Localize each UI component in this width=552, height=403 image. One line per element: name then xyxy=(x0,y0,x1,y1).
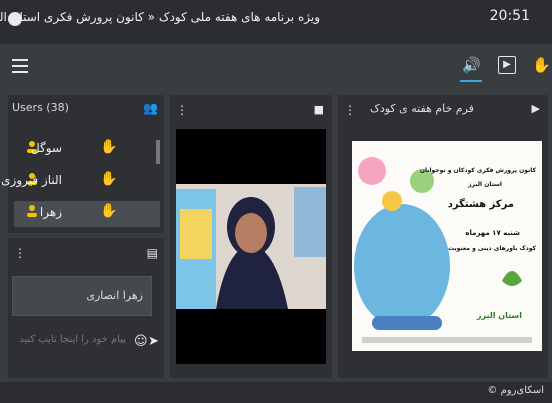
user-icon xyxy=(27,205,37,217)
video-image xyxy=(176,184,326,364)
video-menu-icon[interactable]: ⋮ xyxy=(176,103,188,117)
chat-input-placeholder: پیام خود را اینجا تایپ کنید xyxy=(19,334,126,345)
users-group-icon[interactable]: 👥 xyxy=(143,101,158,115)
chat-menu-icon[interactable]: ⋮ xyxy=(14,246,26,260)
presentation-panel-icon: ▶ xyxy=(531,102,540,115)
toolbar: 🔊 ▶ ✋ xyxy=(0,44,552,90)
emoji-icon[interactable]: ☺ xyxy=(134,334,148,349)
window-title: ویژه برنامه های هفته ملی کودک « کانون پر… xyxy=(0,10,320,24)
footer-brand: اسکای‌روم © xyxy=(487,385,544,396)
doc-line: استان البرز xyxy=(468,181,502,188)
document-title: فرم خام هفته ی کودک xyxy=(370,102,474,115)
video-panel: ⋮ ■ xyxy=(170,95,332,378)
users-panel: Users (38) 👥 سوگل ✋ الناز فیروزی ✋ زهرا … xyxy=(1,95,164,233)
users-count: Users (38) xyxy=(12,101,69,114)
chat-input[interactable]: پیام خود را اینجا تایپ کنید xyxy=(12,324,130,374)
title-bar: ویژه برنامه های هفته ملی کودک « کانون پر… xyxy=(0,0,552,44)
chat-message-text: زهرا انصاری xyxy=(86,289,143,302)
chat-message: زهرا انصاری xyxy=(12,276,152,316)
clock: 20:51 xyxy=(489,8,530,24)
user-item[interactable]: زهرا ✋ xyxy=(14,201,160,227)
doc-line: کانون پرورش فکری کودکان و نوجوانان xyxy=(419,167,536,174)
chat-icon: ▤ xyxy=(146,246,158,260)
send-icon[interactable]: ➤ xyxy=(148,334,159,349)
hand-icon[interactable]: ✋ xyxy=(100,139,117,155)
user-name: سوگل xyxy=(30,141,62,155)
camera-icon: ■ xyxy=(313,103,324,116)
raise-hand-icon[interactable]: ✋ xyxy=(532,56,551,74)
doc-line: استان البرز xyxy=(476,311,522,320)
doc-line: کودک باورهای دینی و معنویت xyxy=(448,245,536,252)
users-scrollbar[interactable] xyxy=(156,140,160,164)
active-indicator xyxy=(460,80,482,82)
chat-panel: ⋮ ▤ زهرا انصاری پیام خود را اینجا تایپ ک… xyxy=(8,238,164,378)
document-panel: ⋮ فرم خام هفته ی کودک ▶ کانون پرورش فکری… xyxy=(338,95,548,378)
menu-icon[interactable] xyxy=(12,59,28,73)
hand-icon[interactable]: ✋ xyxy=(100,203,117,219)
user-item[interactable]: سوگل ✋ xyxy=(14,137,160,163)
user-item[interactable]: الناز فیروزی ✋ xyxy=(1,169,160,195)
presentation-icon[interactable]: ▶ xyxy=(498,56,516,74)
document-menu-icon[interactable]: ⋮ xyxy=(344,103,356,117)
video-feed xyxy=(176,129,326,364)
doc-line: مرکز هشتگرد xyxy=(447,199,514,210)
footer: اسکای‌روم © xyxy=(0,382,552,403)
user-name: زهرا xyxy=(39,205,62,219)
speaker-icon[interactable]: 🔊 xyxy=(462,56,481,74)
user-name: الناز فیروزی xyxy=(1,173,62,187)
hand-icon[interactable]: ✋ xyxy=(100,171,117,187)
doc-line: شنبه ۱۷ مهرماه xyxy=(465,229,520,237)
document-view: کانون پرورش فکری کودکان و نوجوانان استان… xyxy=(352,141,542,351)
